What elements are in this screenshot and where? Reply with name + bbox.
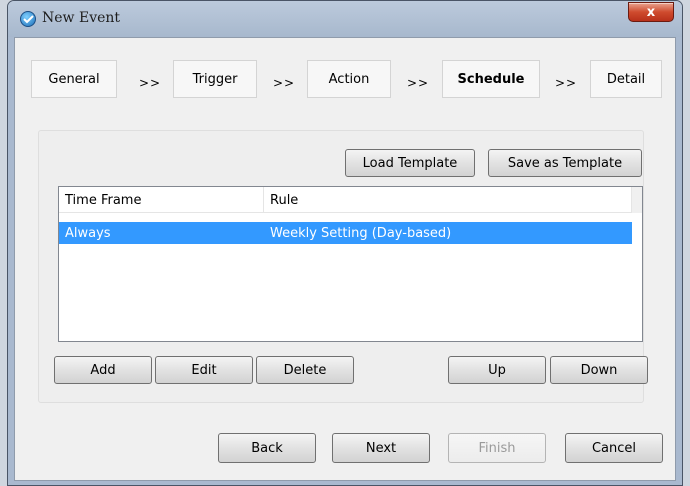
step-label: General	[48, 71, 100, 87]
rule-cell: Weekly Setting (Day-based)	[270, 225, 452, 241]
table-row[interactable]: Always Weekly Setting (Day-based)	[59, 222, 632, 244]
dialog-body: General >> Trigger >> Action >> Schedule…	[14, 37, 676, 481]
back-button[interactable]: Back	[218, 433, 316, 463]
step-label: Detail	[606, 71, 646, 87]
window-title: New Event	[42, 10, 121, 26]
button-label: Down	[580, 362, 618, 378]
schedule-table[interactable]: Time Frame Rule Always Weekly Setting (D…	[58, 186, 643, 342]
down-button[interactable]: Down	[550, 356, 648, 384]
step-label: Schedule	[457, 71, 525, 87]
step-label: Trigger	[192, 71, 238, 87]
step-separator: >>	[273, 76, 296, 90]
button-label: Finish	[478, 440, 516, 456]
button-label: Save as Template	[507, 155, 623, 171]
close-icon: x	[646, 4, 656, 20]
time-frame-cell: Always	[65, 225, 111, 241]
column-header-time-frame[interactable]: Time Frame	[59, 187, 264, 213]
step-schedule[interactable]: Schedule	[442, 60, 540, 98]
step-action[interactable]: Action	[307, 60, 391, 98]
button-label: Next	[365, 440, 397, 456]
button-label: Up	[488, 362, 506, 378]
button-label: Back	[251, 440, 283, 456]
title-bar[interactable]: New Event x	[8, 1, 682, 37]
step-separator: >>	[555, 76, 578, 90]
step-label: Action	[328, 71, 370, 87]
app-shield-check-icon	[20, 11, 36, 27]
step-general[interactable]: General	[31, 60, 117, 98]
dialog-window: New Event x General >> Trigger >> Action…	[7, 0, 683, 486]
step-separator: >>	[139, 76, 162, 90]
save-as-template-button[interactable]: Save as Template	[488, 149, 642, 177]
step-trigger[interactable]: Trigger	[173, 60, 257, 98]
up-button[interactable]: Up	[448, 356, 546, 384]
button-label: Cancel	[591, 440, 637, 456]
button-label: Load Template	[362, 155, 458, 171]
edit-button[interactable]: Edit	[155, 356, 253, 384]
next-button[interactable]: Next	[332, 433, 430, 463]
schedule-panel: Load Template Save as Template Time Fram…	[38, 130, 648, 403]
close-button[interactable]: x	[628, 2, 674, 22]
add-button[interactable]: Add	[54, 356, 152, 384]
step-detail[interactable]: Detail	[590, 60, 662, 98]
column-header-rule[interactable]: Rule	[264, 187, 632, 213]
table-header: Time Frame Rule	[59, 187, 642, 213]
button-label: Edit	[191, 362, 217, 378]
header-scroll-corner	[631, 187, 642, 213]
cancel-button[interactable]: Cancel	[565, 433, 663, 463]
step-separator: >>	[407, 76, 430, 90]
load-template-button[interactable]: Load Template	[345, 149, 475, 177]
delete-button[interactable]: Delete	[256, 356, 354, 384]
finish-button[interactable]: Finish	[448, 433, 546, 463]
button-label: Add	[90, 362, 116, 378]
button-label: Delete	[283, 362, 327, 378]
